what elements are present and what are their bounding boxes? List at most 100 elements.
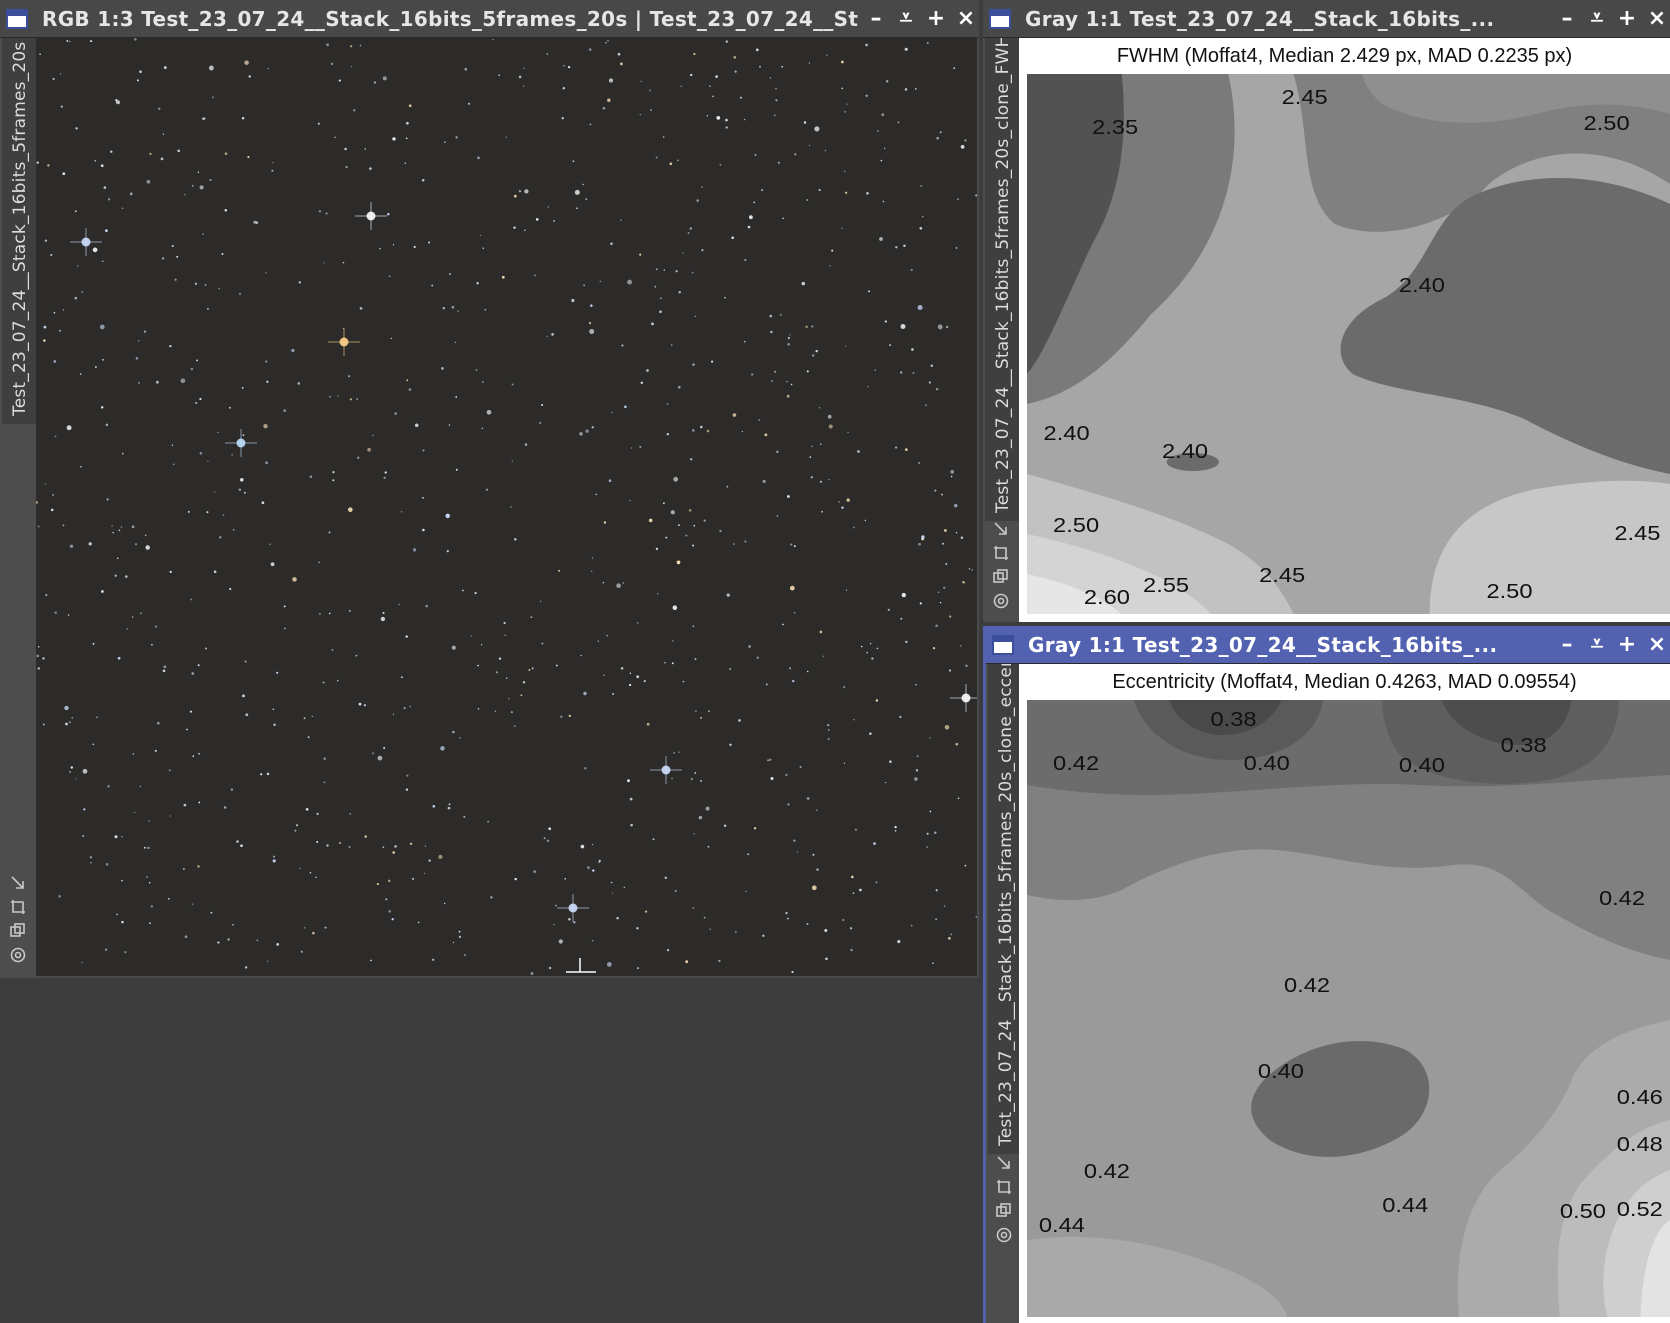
star xyxy=(674,890,677,892)
star xyxy=(317,122,320,125)
contour-label: 0.50 xyxy=(1560,1200,1606,1223)
shade-icon[interactable]: ⩡ xyxy=(893,5,919,33)
star xyxy=(553,923,555,926)
eccentricity-view-tab[interactable]: Test_23_07_24__Stack_16bits_5frames_20s_… xyxy=(988,664,1022,1154)
window-icon[interactable] xyxy=(989,8,1011,29)
crop-icon[interactable] xyxy=(992,544,1010,562)
star xyxy=(379,247,381,250)
rgb-image-window[interactable]: RGB 1:3 Test_23_07_24__Stack_16bits_5fra… xyxy=(0,0,979,978)
star xyxy=(678,751,680,753)
star xyxy=(774,370,777,373)
star xyxy=(345,165,348,169)
star xyxy=(620,219,622,221)
maximize-icon[interactable]: + xyxy=(1614,631,1640,659)
star xyxy=(480,234,482,236)
fwhm-window-titlebar[interactable]: Gray 1:1 Test_23_07_24__Stack_16bits_...… xyxy=(983,0,1670,38)
star xyxy=(467,102,471,105)
star xyxy=(700,717,702,719)
clone-icon[interactable] xyxy=(995,1202,1013,1220)
star xyxy=(761,189,764,192)
crop-icon[interactable] xyxy=(9,898,27,916)
star xyxy=(903,244,906,248)
star xyxy=(90,40,93,43)
maximize-icon[interactable]: + xyxy=(1614,5,1640,33)
star xyxy=(786,380,788,383)
star xyxy=(400,510,403,513)
contour-label: 0.48 xyxy=(1617,1133,1663,1156)
target-icon[interactable] xyxy=(9,946,27,964)
clone-icon[interactable] xyxy=(9,922,27,940)
fit-icon[interactable] xyxy=(9,874,27,892)
star xyxy=(799,765,802,769)
bright-star xyxy=(328,328,360,356)
star xyxy=(349,398,353,401)
star xyxy=(747,225,751,229)
star xyxy=(926,846,929,848)
star xyxy=(524,229,526,232)
close-icon[interactable]: × xyxy=(953,5,979,33)
star xyxy=(522,681,526,684)
star xyxy=(518,189,522,193)
fit-icon[interactable] xyxy=(995,1154,1013,1172)
star xyxy=(775,99,778,102)
eccentricity-window-title: Gray 1:1 Test_23_07_24__Stack_16bits_... xyxy=(1028,632,1498,657)
rgb-window-title: RGB 1:3 Test_23_07_24__Stack_16bits_5fra… xyxy=(42,6,859,31)
star xyxy=(223,806,227,809)
shade-icon[interactable]: ⩡ xyxy=(1584,5,1610,33)
eccentricity-graph-window[interactable]: Gray 1:1 Test_23_07_24__Stack_16bits_...… xyxy=(983,626,1670,1323)
minimize-icon[interactable]: – xyxy=(1554,5,1580,33)
star xyxy=(143,330,147,333)
star xyxy=(276,671,279,674)
star xyxy=(197,171,200,173)
star xyxy=(676,560,681,565)
star xyxy=(315,876,317,878)
star xyxy=(894,830,897,832)
star xyxy=(511,460,513,462)
star xyxy=(753,201,756,204)
eccentricity-window-titlebar[interactable]: Gray 1:1 Test_23_07_24__Stack_16bits_...… xyxy=(986,626,1670,664)
minimize-icon[interactable]: – xyxy=(1554,631,1580,659)
star xyxy=(666,948,670,952)
shade-icon[interactable]: ⩡ xyxy=(1584,631,1610,659)
star xyxy=(663,136,665,138)
star-field-image[interactable] xyxy=(36,38,977,976)
fwhm-view-tab[interactable]: Test_23_07_24__Stack_16bits_5frames_20s_… xyxy=(985,38,1019,521)
star xyxy=(690,458,693,461)
window-icon[interactable] xyxy=(992,634,1014,655)
crop-icon[interactable] xyxy=(995,1178,1013,1196)
contour-label: 0.42 xyxy=(1599,887,1645,910)
star xyxy=(694,658,697,661)
star xyxy=(682,252,684,254)
star xyxy=(583,691,587,696)
star xyxy=(92,743,95,746)
star xyxy=(602,107,606,110)
rgb-view-tab[interactable]: Test_23_07_24__Stack_16bits_5frames_20s xyxy=(2,38,39,424)
star xyxy=(944,529,947,532)
star xyxy=(69,721,71,723)
star xyxy=(700,780,702,782)
star xyxy=(547,206,550,208)
fwhm-graph-window[interactable]: Gray 1:1 Test_23_07_24__Stack_16bits_...… xyxy=(983,0,1670,622)
window-icon[interactable] xyxy=(6,8,28,29)
star xyxy=(841,227,843,229)
target-icon[interactable] xyxy=(995,1226,1013,1244)
star xyxy=(244,660,247,663)
star xyxy=(664,876,668,880)
star xyxy=(758,419,761,421)
rgb-window-titlebar[interactable]: RGB 1:3 Test_23_07_24__Stack_16bits_5fra… xyxy=(0,0,979,38)
close-icon[interactable]: × xyxy=(1644,631,1670,659)
target-icon[interactable] xyxy=(992,592,1010,610)
close-icon[interactable]: × xyxy=(1644,5,1670,33)
minimize-icon[interactable]: – xyxy=(863,5,889,33)
star xyxy=(548,966,552,970)
maximize-icon[interactable]: + xyxy=(923,5,949,33)
star xyxy=(239,293,241,295)
workspace-background[interactable] xyxy=(0,978,979,1323)
clone-icon[interactable] xyxy=(992,568,1010,586)
star xyxy=(266,960,269,962)
fit-icon[interactable] xyxy=(992,520,1010,538)
star xyxy=(640,381,643,384)
star xyxy=(543,837,546,840)
star xyxy=(431,284,434,287)
star xyxy=(843,762,846,764)
